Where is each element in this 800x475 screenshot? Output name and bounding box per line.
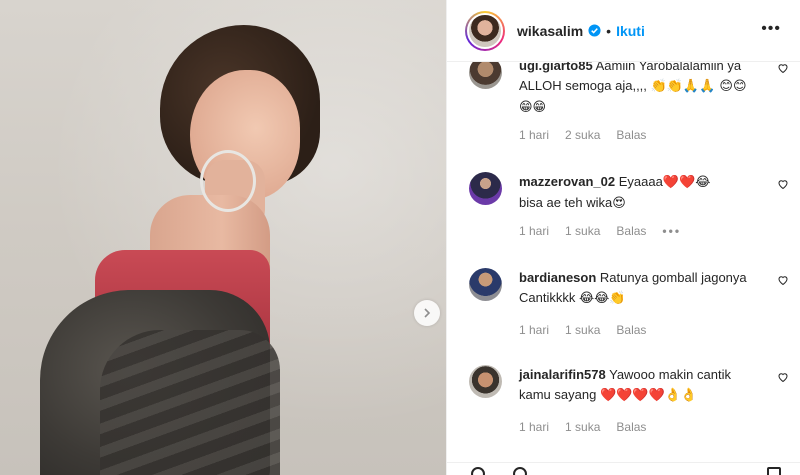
- carousel-next-button[interactable]: [414, 300, 440, 326]
- post-photo[interactable]: [0, 0, 446, 475]
- commenter-username[interactable]: bardianeson: [519, 270, 596, 285]
- commenter-avatar[interactable]: [469, 268, 502, 301]
- comment-time[interactable]: 1 hari: [519, 128, 549, 142]
- commenter-username[interactable]: jainalarifin578: [519, 367, 606, 382]
- commenter-username[interactable]: mazzerovan_02: [519, 174, 615, 189]
- heart-outline-icon[interactable]: [777, 274, 789, 286]
- heart-outline-icon[interactable]: [777, 371, 789, 383]
- heart-outline-icon[interactable]: [777, 178, 789, 190]
- comments-list[interactable]: ugi.giarto85 Aamiin Yarobalalamiin ya AL…: [447, 62, 800, 462]
- comment-likes[interactable]: 1 suka: [565, 420, 600, 434]
- comment-emojis-line2: 😍: [612, 196, 626, 211]
- post-header: wikasalim • Ikuti •••: [447, 0, 800, 62]
- follow-button[interactable]: Ikuti: [616, 23, 645, 39]
- comment-meta: 1 hari 2 suka Balas: [519, 128, 646, 142]
- avatar-image: [467, 12, 503, 49]
- comment-options-icon[interactable]: •••: [662, 224, 681, 238]
- comment-likes[interactable]: 2 suka: [565, 128, 600, 142]
- reply-button[interactable]: Balas: [616, 128, 646, 142]
- bookmark-icon[interactable]: [767, 467, 781, 475]
- comment-emojis: 😂😂👏: [578, 291, 626, 306]
- reply-button[interactable]: Balas: [616, 420, 646, 434]
- chevron-right-icon: [424, 308, 431, 318]
- photo-jacket-fold: [100, 330, 280, 475]
- commenter-avatar[interactable]: [469, 172, 502, 205]
- action-bar: [447, 462, 800, 475]
- heart-outline-icon[interactable]: [777, 62, 789, 74]
- comment-likes[interactable]: 1 suka: [565, 323, 600, 337]
- like-icon[interactable]: [471, 467, 485, 475]
- comment-item: bardianeson Ratunya gomball jagonya Cant…: [469, 268, 789, 338]
- photo-earring: [200, 150, 256, 212]
- post-side-panel: wikasalim • Ikuti ••• ugi.giarto85 Aamii…: [446, 0, 800, 475]
- commenter-username[interactable]: ugi.giarto85: [519, 62, 593, 73]
- header-separator: •: [606, 22, 612, 39]
- comment-text: ugi.giarto85 Aamiin Yarobalalamiin ya AL…: [519, 62, 759, 118]
- comment-meta: 1 hari 1 suka Balas •••: [519, 224, 681, 238]
- comment-item: jainalarifin578 Yawooo makin cantik kamu…: [469, 365, 789, 445]
- comment-time[interactable]: 1 hari: [519, 224, 549, 238]
- comment-text: bardianeson Ratunya gomball jagonya Cant…: [519, 268, 759, 309]
- commenter-avatar[interactable]: [469, 62, 502, 89]
- comment-item: ugi.giarto85 Aamiin Yarobalalamiin ya AL…: [469, 62, 789, 146]
- comment-item: mazzerovan_02 Eyaaaa❤️❤️😂 bisa ae teh wi…: [469, 172, 789, 242]
- comment-icon[interactable]: [513, 467, 527, 475]
- reply-button[interactable]: Balas: [616, 323, 646, 337]
- comment-time[interactable]: 1 hari: [519, 323, 549, 337]
- comment-meta: 1 hari 1 suka Balas: [519, 323, 646, 337]
- more-options-icon[interactable]: •••: [761, 21, 781, 37]
- profile-avatar[interactable]: [465, 10, 505, 51]
- comment-emojis: ❤️❤️😂: [662, 175, 711, 190]
- comment-emojis: ❤️❤️❤️❤️👌👌: [599, 388, 698, 403]
- commenter-avatar[interactable]: [469, 365, 502, 398]
- reply-button[interactable]: Balas: [616, 224, 646, 238]
- verified-badge-icon: [588, 24, 601, 37]
- comment-message: Eyaaaa: [618, 174, 663, 189]
- comment-text: mazzerovan_02 Eyaaaa❤️❤️😂 bisa ae teh wi…: [519, 172, 759, 214]
- comment-message-line2: bisa ae teh wika: [519, 195, 613, 210]
- profile-username[interactable]: wikasalim: [517, 23, 583, 39]
- comment-text: jainalarifin578 Yawooo makin cantik kamu…: [519, 365, 759, 406]
- comment-meta: 1 hari 1 suka Balas: [519, 420, 646, 434]
- comment-likes[interactable]: 1 suka: [565, 224, 600, 238]
- comment-time[interactable]: 1 hari: [519, 420, 549, 434]
